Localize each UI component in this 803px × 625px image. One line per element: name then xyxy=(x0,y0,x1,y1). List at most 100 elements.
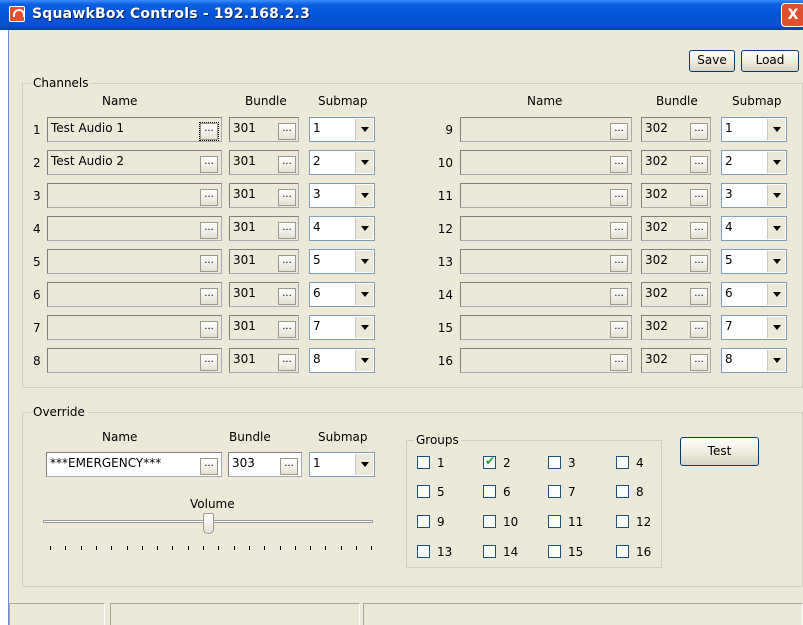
channel-name-field[interactable] xyxy=(460,249,632,274)
chevron-down-icon[interactable] xyxy=(767,152,785,173)
save-button[interactable]: Save xyxy=(689,50,735,72)
channel-name-browse-button[interactable]: ... xyxy=(610,222,628,239)
channel-name-browse-button[interactable]: ... xyxy=(200,222,218,239)
override-name-browse-button[interactable]: ... xyxy=(200,458,218,475)
chevron-down-icon[interactable] xyxy=(355,454,373,475)
channel-submap-select[interactable]: 5 xyxy=(721,249,787,274)
channel-submap-select[interactable]: 3 xyxy=(309,183,375,208)
group-checkbox[interactable] xyxy=(417,485,430,498)
channel-submap-select[interactable]: 4 xyxy=(721,216,787,241)
chevron-down-icon[interactable] xyxy=(767,218,785,239)
channel-name-browse-button[interactable]: ... xyxy=(610,288,628,305)
chevron-down-icon[interactable] xyxy=(767,119,785,140)
channel-name-browse-button[interactable]: ... xyxy=(610,123,628,140)
channel-submap-select[interactable]: 8 xyxy=(309,348,375,373)
group-checkbox[interactable] xyxy=(483,485,496,498)
chevron-down-icon[interactable] xyxy=(767,317,785,338)
channel-name-browse-button[interactable]: ... xyxy=(610,354,628,371)
override-name-field[interactable]: ***EMERGENCY*** xyxy=(46,452,222,477)
channel-name-field[interactable]: Test Audio 1 xyxy=(47,117,222,142)
group-checkbox[interactable] xyxy=(483,515,496,528)
channel-bundle-browse-button[interactable]: ... xyxy=(690,123,708,140)
channel-bundle-browse-button[interactable]: ... xyxy=(690,354,708,371)
chevron-down-icon[interactable] xyxy=(355,350,373,371)
channel-bundle-browse-button[interactable]: ... xyxy=(690,288,708,305)
channel-submap-select[interactable]: 3 xyxy=(721,183,787,208)
channel-bundle-browse-button[interactable]: ... xyxy=(690,222,708,239)
channel-name-browse-button[interactable]: ... xyxy=(610,156,628,173)
channel-bundle-browse-button[interactable]: ... xyxy=(690,321,708,338)
title-bar[interactable]: SquawkBox Controls - 192.168.2.3 X xyxy=(0,0,803,30)
chevron-down-icon[interactable] xyxy=(355,317,373,338)
channel-name-field[interactable] xyxy=(460,315,632,340)
group-checkbox[interactable] xyxy=(548,485,561,498)
channel-name-field[interactable] xyxy=(47,183,222,208)
channel-submap-select[interactable]: 1 xyxy=(309,117,375,142)
channel-name-field[interactable] xyxy=(460,282,632,307)
chevron-down-icon[interactable] xyxy=(767,251,785,272)
channel-name-field[interactable] xyxy=(460,348,632,373)
chevron-down-icon[interactable] xyxy=(355,218,373,239)
channel-bundle-browse-button[interactable]: ... xyxy=(278,222,296,239)
channel-submap-select[interactable]: 7 xyxy=(721,315,787,340)
channel-name-browse-button[interactable]: ... xyxy=(200,321,218,338)
channel-submap-select[interactable]: 6 xyxy=(721,282,787,307)
chevron-down-icon[interactable] xyxy=(355,185,373,206)
channel-bundle-browse-button[interactable]: ... xyxy=(278,156,296,173)
channel-bundle-browse-button[interactable]: ... xyxy=(278,354,296,371)
channel-name-field[interactable] xyxy=(47,348,222,373)
channel-name-browse-button[interactable]: ... xyxy=(610,321,628,338)
chevron-down-icon[interactable] xyxy=(767,185,785,206)
channel-name-field[interactable]: Test Audio 2 xyxy=(47,150,222,175)
channel-name-browse-button[interactable]: ... xyxy=(199,122,219,141)
channel-submap-select[interactable]: 5 xyxy=(309,249,375,274)
group-checkbox[interactable] xyxy=(616,456,629,469)
channel-name-field[interactable] xyxy=(460,150,632,175)
chevron-down-icon[interactable] xyxy=(767,350,785,371)
channel-submap-select[interactable]: 8 xyxy=(721,348,787,373)
override-submap-select[interactable]: 1 xyxy=(309,452,375,477)
chevron-down-icon[interactable] xyxy=(355,251,373,272)
channel-name-field[interactable] xyxy=(460,117,632,142)
chevron-down-icon[interactable] xyxy=(355,152,373,173)
channel-name-browse-button[interactable]: ... xyxy=(200,255,218,272)
channel-name-field[interactable] xyxy=(460,183,632,208)
group-checkbox[interactable] xyxy=(548,456,561,469)
channel-bundle-browse-button[interactable]: ... xyxy=(690,156,708,173)
channel-name-field[interactable] xyxy=(460,216,632,241)
channel-bundle-browse-button[interactable]: ... xyxy=(690,189,708,206)
close-button[interactable]: X xyxy=(781,3,803,27)
test-button[interactable]: Test xyxy=(680,437,759,466)
channel-name-browse-button[interactable]: ... xyxy=(200,354,218,371)
channel-bundle-browse-button[interactable]: ... xyxy=(278,123,296,140)
group-checkbox[interactable] xyxy=(417,515,430,528)
chevron-down-icon[interactable] xyxy=(355,119,373,140)
group-checkbox[interactable] xyxy=(417,545,430,558)
channel-submap-select[interactable]: 2 xyxy=(309,150,375,175)
channel-name-field[interactable] xyxy=(47,249,222,274)
channel-name-browse-button[interactable]: ... xyxy=(610,189,628,206)
load-button[interactable]: Load xyxy=(741,50,799,72)
channel-bundle-browse-button[interactable]: ... xyxy=(278,189,296,206)
channel-bundle-browse-button[interactable]: ... xyxy=(690,255,708,272)
channel-submap-select[interactable]: 7 xyxy=(309,315,375,340)
chevron-down-icon[interactable] xyxy=(767,284,785,305)
group-checkbox[interactable] xyxy=(548,545,561,558)
override-bundle-browse-button[interactable]: ... xyxy=(280,458,298,475)
channel-submap-select[interactable]: 1 xyxy=(721,117,787,142)
channel-bundle-browse-button[interactable]: ... xyxy=(278,288,296,305)
group-checkbox[interactable] xyxy=(616,545,629,558)
channel-name-field[interactable] xyxy=(47,282,222,307)
channel-bundle-browse-button[interactable]: ... xyxy=(278,321,296,338)
group-checkbox[interactable]: ✔ xyxy=(483,454,496,469)
channel-name-field[interactable] xyxy=(47,216,222,241)
group-checkbox[interactable] xyxy=(616,515,629,528)
channel-name-browse-button[interactable]: ... xyxy=(200,156,218,173)
chevron-down-icon[interactable] xyxy=(355,284,373,305)
channel-submap-select[interactable]: 6 xyxy=(309,282,375,307)
group-checkbox[interactable] xyxy=(417,456,430,469)
channel-name-field[interactable] xyxy=(47,315,222,340)
group-checkbox[interactable] xyxy=(483,545,496,558)
channel-name-browse-button[interactable]: ... xyxy=(200,189,218,206)
channel-bundle-browse-button[interactable]: ... xyxy=(278,255,296,272)
